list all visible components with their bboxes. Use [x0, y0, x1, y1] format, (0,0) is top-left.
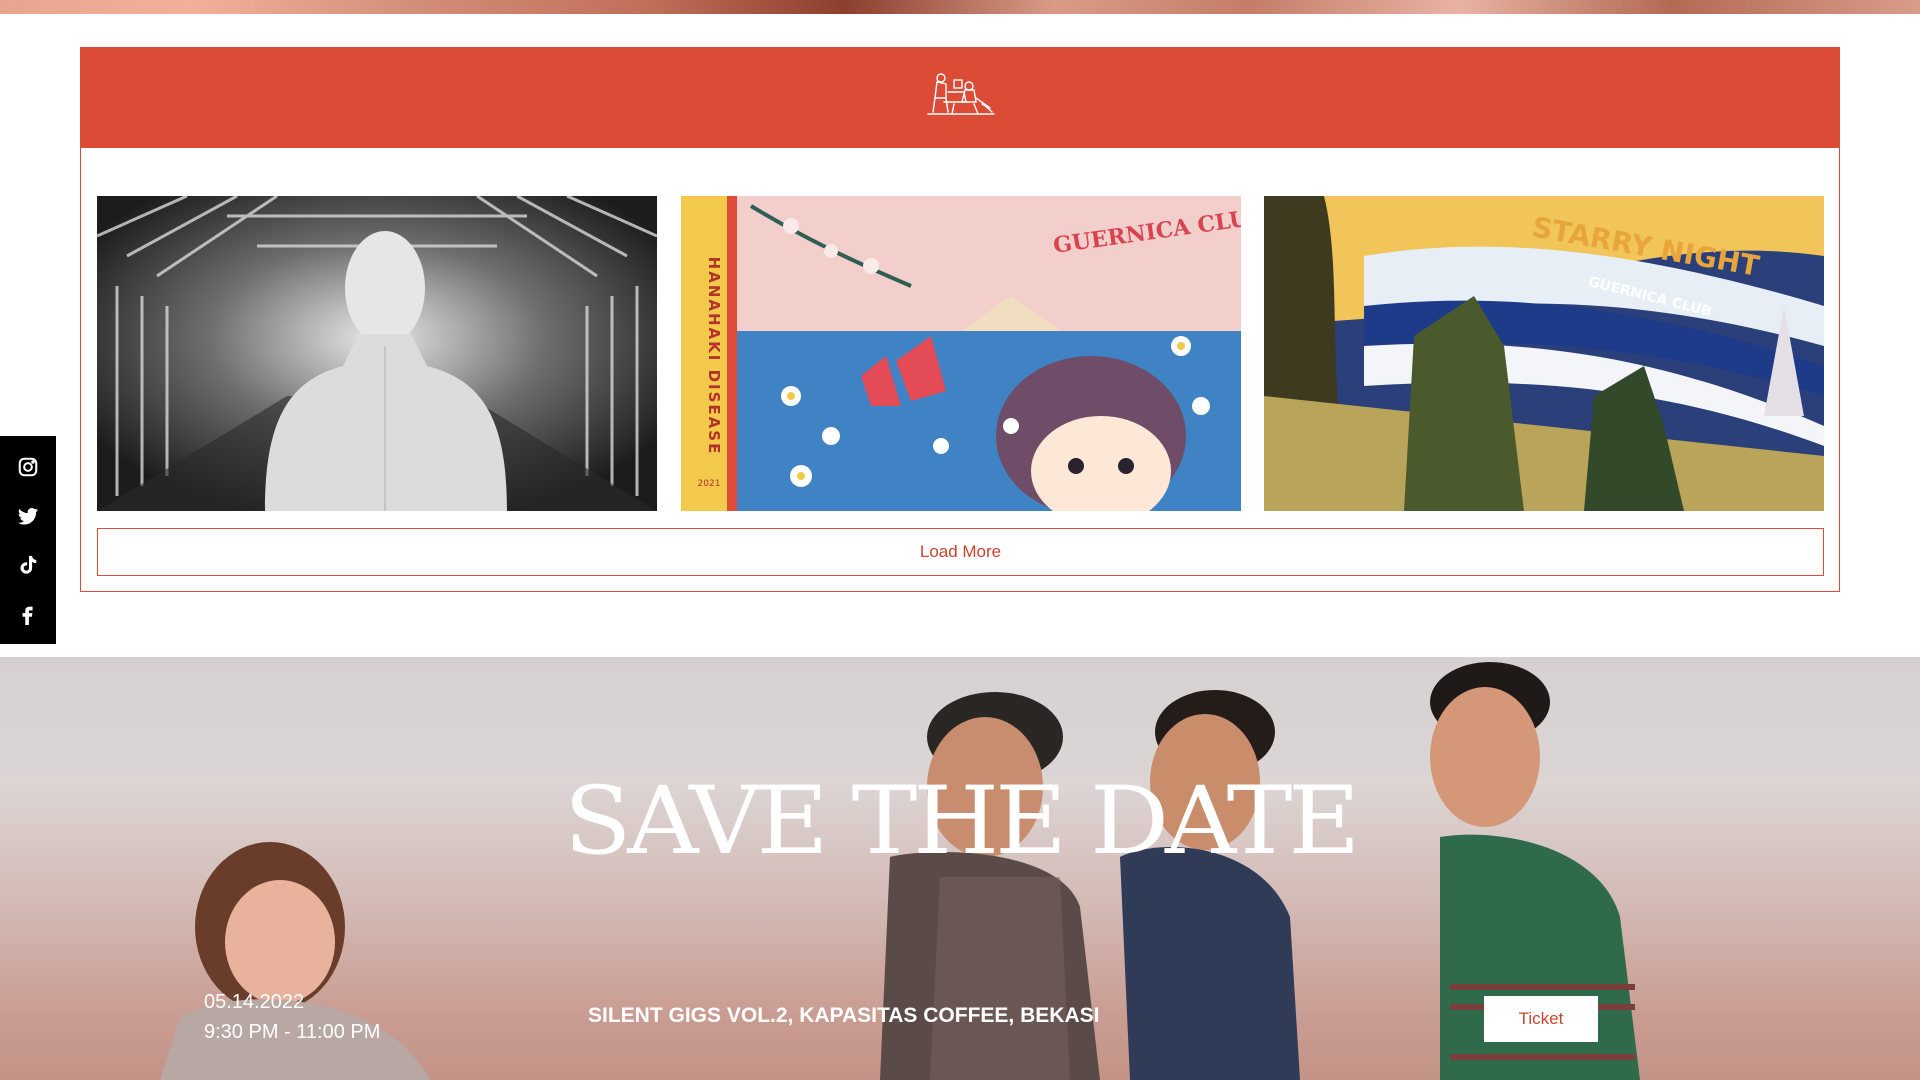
event-datetime: 05.14.2022 9:30 PM - 11:00 PM [204, 987, 380, 1047]
instagram-icon[interactable] [15, 454, 41, 480]
gallery-header [81, 48, 1839, 148]
load-more-button[interactable]: Load More [97, 528, 1824, 576]
thumbnail-row: GUERNICA CLUB HANAHAKI DISEASE 2021 STAR… [97, 196, 1824, 511]
tiktok-icon[interactable] [15, 552, 41, 578]
event-banner: SAVE THE DATE 05.14.2022 9:30 PM - 11:00… [0, 657, 1920, 1080]
ticket-button[interactable]: Ticket [1484, 996, 1598, 1042]
twitter-icon[interactable] [15, 503, 41, 529]
event-name: SILENT GIGS VOL.2, KAPASITAS COFFEE, BEK… [588, 1004, 1100, 1027]
event-date: 05.14.2022 [204, 991, 305, 1013]
facebook-icon[interactable] [15, 601, 41, 627]
gallery-thumbnail-2[interactable]: GUERNICA CLUB HANAHAKI DISEASE 2021 [680, 196, 1241, 511]
social-sidebar [0, 436, 56, 644]
gallery-thumbnail-3[interactable]: STARRY NIGHT GUERNICA CLUB [1264, 196, 1824, 511]
thumbnail-2-year: 2021 [697, 479, 720, 489]
gallery-thumbnail-1[interactable] [97, 196, 657, 511]
save-the-date-heading: SAVE THE DATE [563, 767, 1361, 876]
thumbnail-2-side-text: HANAHAKI DISEASE [705, 257, 723, 456]
gallery-card: GUERNICA CLUB HANAHAKI DISEASE 2021 STAR… [80, 47, 1840, 592]
band-logo-icon [924, 68, 996, 129]
event-time: 9:30 PM - 11:00 PM [204, 1021, 381, 1043]
top-banner-image [0, 0, 1920, 14]
